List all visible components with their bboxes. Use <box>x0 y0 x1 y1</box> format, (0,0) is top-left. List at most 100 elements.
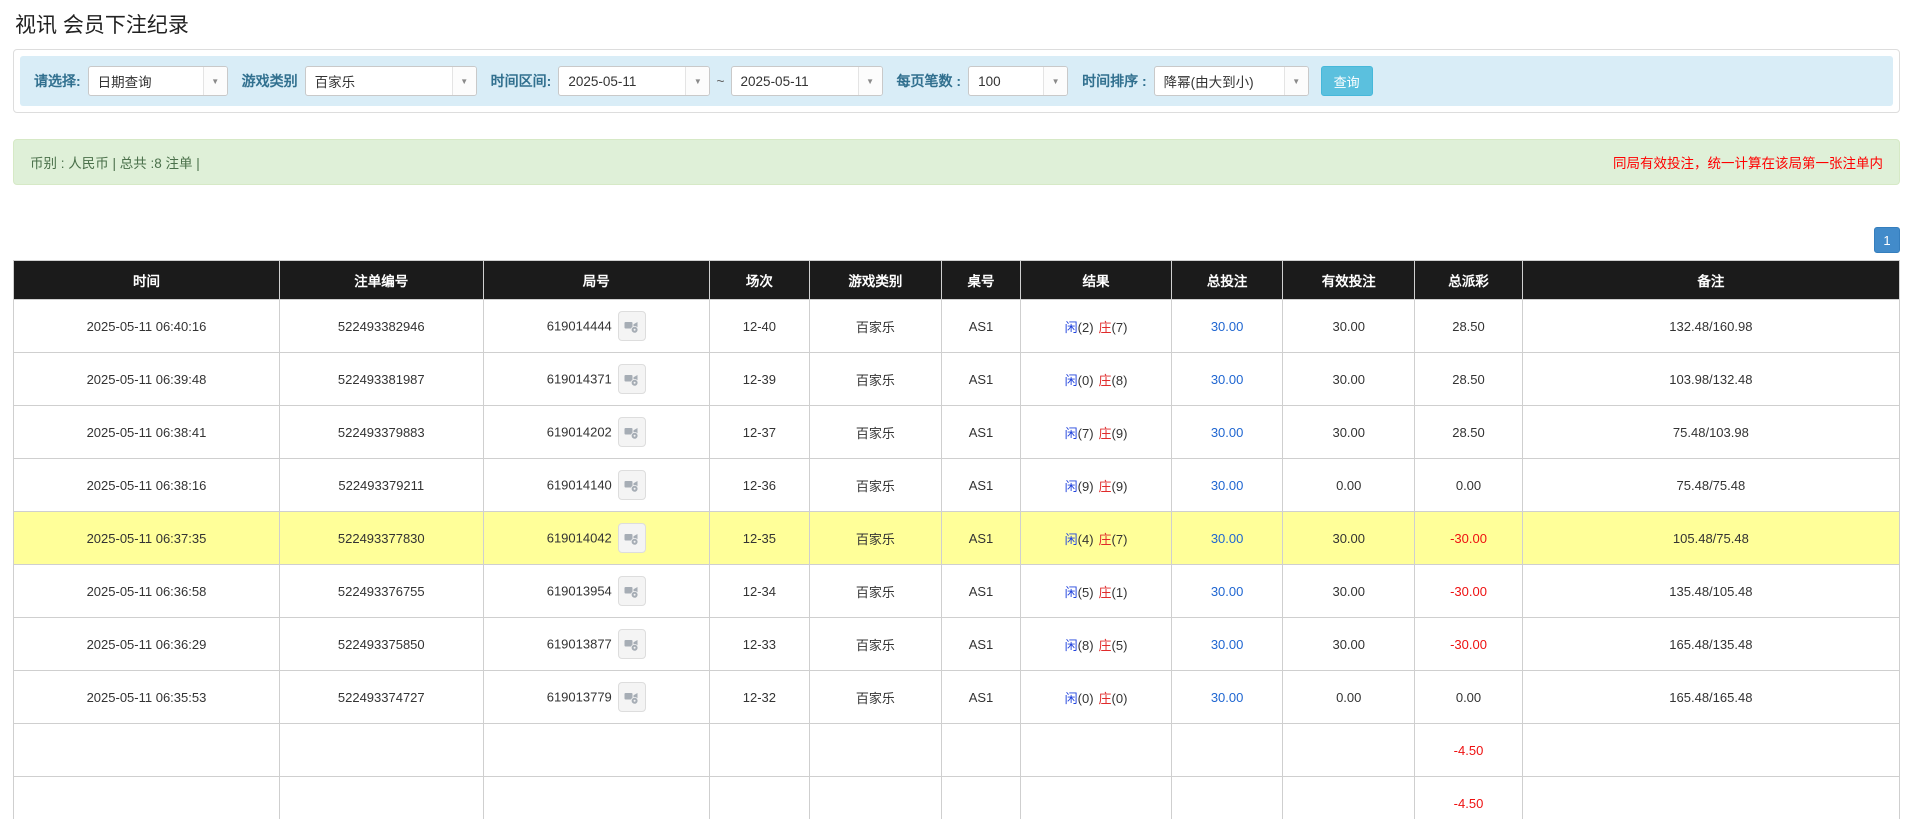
result-cell: 闲(9)庄(9) <box>1021 459 1172 512</box>
time-range-label: 时间区间: <box>491 71 552 91</box>
date-type-value: 日期查询 <box>89 67 203 95</box>
video-replay-button[interactable] <box>618 311 646 341</box>
table-header: 时间注单编号局号场次游戏类别桌号结果总投注有效投注总派彩备注 <box>14 261 1900 300</box>
video-replay-button[interactable] <box>618 470 646 500</box>
table-row: 2025-05-11 06:35:53 522493374727 6190137… <box>14 671 1900 724</box>
table-no-cell: AS1 <box>941 300 1020 353</box>
filter-panel: 请选择: 日期查询 ▼ 游戏类别 百家乐 ▼ 时间区间: 2025-05-11 … <box>13 49 1900 113</box>
video-replay-button[interactable] <box>618 576 646 606</box>
filter-bar: 请选择: 日期查询 ▼ 游戏类别 百家乐 ▼ 时间区间: 2025-05-11 … <box>20 56 1893 106</box>
total-bet-cell: 30.00 <box>1171 512 1282 565</box>
remark-cell: 132.48/160.98 <box>1522 300 1899 353</box>
player-points: (7) <box>1078 426 1094 441</box>
round-id: 619014140 <box>547 478 612 493</box>
chevron-down-icon[interactable]: ▼ <box>452 67 476 95</box>
video-replay-button[interactable] <box>618 523 646 553</box>
payout-cell: 28.50 <box>1415 353 1523 406</box>
remark-cell: 165.48/135.48 <box>1522 618 1899 671</box>
video-replay-button[interactable] <box>618 364 646 394</box>
video-icon <box>624 319 639 334</box>
total-bet-link[interactable]: 30.00 <box>1211 584 1244 599</box>
chevron-down-icon[interactable]: ▼ <box>203 67 227 95</box>
table-header-row: 时间注单编号局号场次游戏类别桌号结果总投注有效投注总派彩备注 <box>14 261 1900 300</box>
total-bet-link[interactable]: 30.00 <box>1211 319 1244 334</box>
game-type-value: 百家乐 <box>306 67 452 95</box>
bet-id-cell: 522493382946 <box>279 300 483 353</box>
summary-row: 总计8240.00180.00-4.50 <box>14 777 1900 819</box>
chevron-down-icon[interactable]: ▼ <box>858 67 882 95</box>
total-bet-link[interactable]: 30.00 <box>1211 372 1244 387</box>
table-no-cell: AS1 <box>941 512 1020 565</box>
round-id: 619014202 <box>547 425 612 440</box>
chevron-down-icon[interactable]: ▼ <box>685 67 709 95</box>
round-id: 619014042 <box>547 531 612 546</box>
round-cell: 619014444 <box>483 300 709 353</box>
total-bet-link[interactable]: 30.00 <box>1211 690 1244 705</box>
per-page-value: 100 <box>969 67 1043 95</box>
total-bet-link[interactable]: 30.00 <box>1211 637 1244 652</box>
table-row: 2025-05-11 06:38:16 522493379211 6190141… <box>14 459 1900 512</box>
game-cell: 百家乐 <box>809 618 941 671</box>
date-type-select[interactable]: 日期查询 ▼ <box>88 66 228 96</box>
payout-cell: -30.00 <box>1415 512 1523 565</box>
total-bet-cell: 30.00 <box>1171 353 1282 406</box>
chevron-down-icon[interactable]: ▼ <box>1284 67 1308 95</box>
page-1-button[interactable]: 1 <box>1874 227 1900 253</box>
date-to-input[interactable]: 2025-05-11 ▼ <box>731 66 883 96</box>
summary-empty-cell <box>1021 777 1172 819</box>
banker-result: 庄 <box>1099 638 1112 653</box>
player-points: (9) <box>1078 479 1094 494</box>
summary-valid-bet: 180.00 <box>1283 724 1415 777</box>
game-cell: 百家乐 <box>809 300 941 353</box>
summary-count: 8 <box>279 724 483 777</box>
table-no-cell: AS1 <box>941 406 1020 459</box>
result-cell: 闲(8)庄(5) <box>1021 618 1172 671</box>
remark-cell: 165.48/165.48 <box>1522 671 1899 724</box>
valid-bet-cell: 30.00 <box>1283 300 1415 353</box>
banker-points: (9) <box>1112 426 1128 441</box>
per-page-label: 每页笔数 : <box>897 71 962 91</box>
per-page-select[interactable]: 100 ▼ <box>968 66 1068 96</box>
total-bet-link[interactable]: 30.00 <box>1211 425 1244 440</box>
total-bet-link[interactable]: 30.00 <box>1211 531 1244 546</box>
round-cell: 619014202 <box>483 406 709 459</box>
remark-cell: 75.48/75.48 <box>1522 459 1899 512</box>
video-replay-button[interactable] <box>618 682 646 712</box>
table-no-cell: AS1 <box>941 353 1020 406</box>
game-cell: 百家乐 <box>809 512 941 565</box>
player-result: 闲 <box>1065 638 1078 653</box>
result-cell: 闲(5)庄(1) <box>1021 565 1172 618</box>
round-cell: 619013779 <box>483 671 709 724</box>
summary-totals-text: 币别 : 人民币 | 总共 :8 注单 | <box>30 152 200 172</box>
session-cell: 12-36 <box>709 459 809 512</box>
result-cell: 闲(0)庄(0) <box>1021 671 1172 724</box>
session-cell: 12-32 <box>709 671 809 724</box>
player-result: 闲 <box>1065 320 1078 335</box>
result-cell: 闲(4)庄(7) <box>1021 512 1172 565</box>
session-cell: 12-33 <box>709 618 809 671</box>
banker-points: (9) <box>1112 479 1128 494</box>
result-cell: 闲(7)庄(9) <box>1021 406 1172 459</box>
bet-id-cell: 522493379211 <box>279 459 483 512</box>
round-cell: 619013954 <box>483 565 709 618</box>
time-sort-select[interactable]: 降幂(由大到小) ▼ <box>1154 66 1309 96</box>
payout-cell: 28.50 <box>1415 406 1523 459</box>
remark-cell: 135.48/105.48 <box>1522 565 1899 618</box>
summary-empty-cell <box>1021 724 1172 777</box>
summary-empty-cell <box>483 777 709 819</box>
player-result: 闲 <box>1065 585 1078 600</box>
banker-result: 庄 <box>1099 320 1112 335</box>
column-header: 场次 <box>709 261 809 300</box>
summary-empty-cell <box>1522 777 1899 819</box>
column-header: 有效投注 <box>1283 261 1415 300</box>
time-sort-label: 时间排序 : <box>1082 71 1147 91</box>
remark-cell: 105.48/75.48 <box>1522 512 1899 565</box>
date-from-input[interactable]: 2025-05-11 ▼ <box>558 66 710 96</box>
chevron-down-icon[interactable]: ▼ <box>1043 67 1067 95</box>
total-bet-link[interactable]: 30.00 <box>1211 478 1244 493</box>
query-button[interactable]: 查询 <box>1321 66 1373 96</box>
game-type-select[interactable]: 百家乐 ▼ <box>305 66 477 96</box>
round-cell: 619013877 <box>483 618 709 671</box>
video-replay-button[interactable] <box>618 417 646 447</box>
video-replay-button[interactable] <box>618 629 646 659</box>
